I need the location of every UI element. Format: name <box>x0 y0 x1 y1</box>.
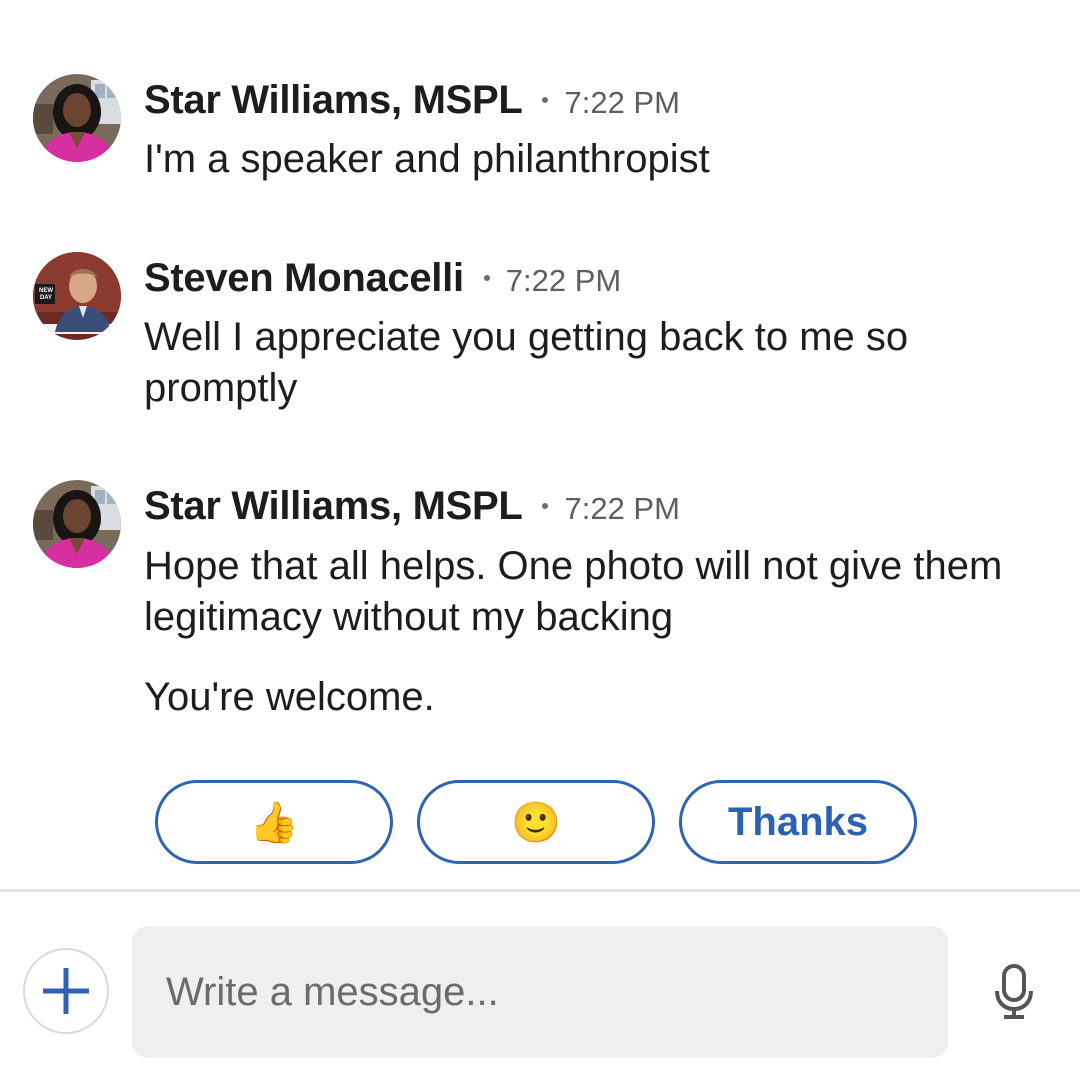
message-text: Hope that all helps. One photo will not … <box>144 544 1003 639</box>
thumbs-up-emoji-icon: 👍 <box>249 800 299 845</box>
message-header: Steven Monacelli 7:22 PM <box>144 256 621 301</box>
add-attachment-button[interactable] <box>23 948 109 1034</box>
plus-icon <box>43 968 89 1014</box>
separator-dot <box>483 275 490 281</box>
message-text: You're welcome. <box>144 675 435 719</box>
message-input[interactable] <box>166 926 926 1058</box>
message-header: Star Williams, MSPL 7:22 PM <box>144 484 680 529</box>
quick-reply-thumbs-up-button[interactable]: 👍 <box>155 780 393 864</box>
message-timestamp: 7:22 PM <box>505 263 622 298</box>
avatar-badge: NEW DAY <box>39 288 53 301</box>
star-williams-avatar[interactable] <box>33 480 121 568</box>
smiley-emoji-icon: 🙂 <box>511 800 561 845</box>
message-timestamp: 7:22 PM <box>564 491 680 526</box>
voice-message-button[interactable] <box>990 962 1038 1022</box>
star-williams-avatar[interactable] <box>33 74 121 162</box>
quick-replies: 👍 🙂 Thanks <box>155 780 917 864</box>
sender-name[interactable]: Star Williams, MSPL <box>144 78 523 123</box>
quick-reply-thanks-button[interactable]: Thanks <box>679 780 917 864</box>
message-composer <box>0 892 1080 1080</box>
steven-monacelli-avatar[interactable]: NEW DAY <box>33 252 121 340</box>
sender-name[interactable]: Steven Monacelli <box>144 256 464 301</box>
microphone-icon <box>995 964 1033 1019</box>
separator-dot <box>542 97 549 103</box>
message-header: Star Williams, MSPL 7:22 PM <box>144 78 680 123</box>
sender-name[interactable]: Star Williams, MSPL <box>144 484 523 529</box>
quick-reply-label: Thanks <box>727 799 869 844</box>
separator-dot <box>542 503 549 509</box>
message-text: I'm a speaker and philanthropist <box>144 137 710 181</box>
message-text: Well I appreciate you getting back to me… <box>144 315 909 410</box>
conversation-thread: Star Williams, MSPL 7:22 PM I'm a speake… <box>0 0 1080 890</box>
message-input-container[interactable] <box>132 926 948 1058</box>
quick-reply-smiley-button[interactable]: 🙂 <box>417 780 655 864</box>
message-timestamp: 7:22 PM <box>564 85 680 120</box>
